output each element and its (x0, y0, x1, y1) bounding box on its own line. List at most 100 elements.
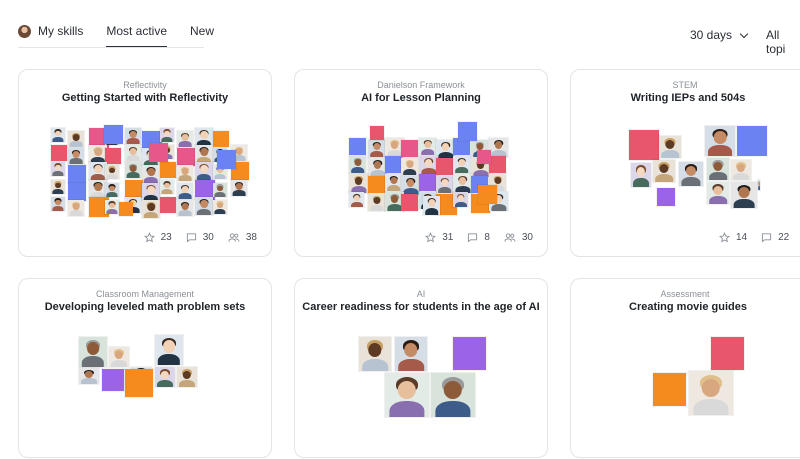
view-tabs: My skills Most active New (18, 22, 237, 48)
stars-stat: 14 (719, 232, 747, 243)
stars-count: 14 (736, 232, 748, 243)
member-photo (177, 367, 197, 387)
color-tile (160, 162, 176, 178)
member-photo (431, 373, 475, 417)
member-collage (571, 279, 800, 459)
color-tile (104, 125, 123, 144)
member-photo (453, 156, 470, 173)
color-tile (489, 156, 506, 173)
member-photo (453, 192, 468, 207)
member-photo (349, 156, 366, 173)
color-tile (653, 373, 686, 406)
member-photo (707, 158, 729, 180)
member-collage (571, 70, 800, 250)
member-photo (758, 180, 760, 190)
comments-count: 30 (202, 232, 214, 243)
member-photo (125, 162, 141, 178)
card-stats: 23 30 38 (130, 232, 257, 243)
member-photo (155, 335, 183, 365)
member-photo (160, 128, 174, 142)
member-collage (295, 279, 549, 459)
color-tile (711, 337, 744, 370)
skill-card[interactable]: Assessment Creating movie guides (570, 278, 800, 458)
topics-label: All topi (766, 28, 786, 56)
comments-stat: 22 (761, 232, 789, 243)
tab-label: My skills (38, 24, 84, 38)
member-photo (155, 367, 175, 387)
tabs-divider (18, 47, 204, 48)
member-photo (79, 368, 99, 384)
topics-dropdown[interactable]: All topi (766, 28, 800, 56)
color-tile (401, 194, 418, 211)
color-tile (119, 202, 133, 216)
member-photo (385, 373, 429, 417)
skill-card[interactable]: STEM Writing IEPs and 504s 14 22 (570, 69, 800, 257)
color-tile (149, 143, 168, 162)
member-photo (731, 182, 757, 208)
tab-most-active[interactable]: Most active (106, 22, 168, 48)
stars-stat: 31 (425, 232, 453, 243)
member-collage (295, 70, 549, 250)
color-tile (453, 337, 486, 370)
color-tile (436, 158, 453, 175)
member-photo (142, 200, 160, 218)
color-tile (368, 176, 385, 193)
member-photo (177, 131, 193, 147)
member-photo (51, 180, 65, 194)
comments-count: 8 (484, 232, 490, 243)
skill-card[interactable]: Reflectivity Getting Started with Reflec… (18, 69, 272, 257)
member-photo (125, 145, 141, 161)
member-photo (436, 176, 453, 193)
member-photo (68, 148, 84, 164)
comment-icon (468, 233, 478, 243)
color-tile (125, 180, 143, 198)
comment-icon (186, 233, 196, 243)
member-collage (19, 279, 273, 459)
color-tile (370, 126, 384, 140)
user-avatar-icon (18, 24, 31, 38)
star-icon (719, 232, 730, 243)
comment-icon (762, 233, 772, 243)
member-photo (160, 180, 174, 194)
member-photo (109, 347, 129, 367)
member-photo (51, 128, 65, 142)
color-tile (105, 148, 121, 164)
members-count: 30 (521, 232, 533, 243)
tab-new[interactable]: New (190, 22, 214, 48)
color-tile (349, 138, 366, 155)
color-tile (213, 131, 229, 147)
member-collage (19, 70, 273, 250)
skill-card[interactable]: Classroom Management Developing leveled … (18, 278, 272, 458)
tab-my-skills[interactable]: My skills (18, 22, 83, 48)
comments-stat: 8 (467, 232, 490, 243)
member-photo (177, 183, 193, 199)
skill-card[interactable]: Danielson Framework AI for Lesson Planni… (294, 69, 548, 257)
member-photo (177, 165, 193, 181)
color-tile (401, 140, 418, 157)
member-photo (679, 162, 703, 186)
color-tile (385, 156, 402, 173)
member-photo (105, 183, 119, 197)
member-photo (368, 140, 385, 157)
member-photo (349, 174, 368, 193)
color-tile (217, 150, 236, 169)
color-tile (125, 369, 153, 397)
members-count: 38 (245, 232, 257, 243)
color-tile (68, 165, 86, 183)
member-photo (453, 174, 472, 193)
skill-card[interactable]: AI Career readiness for students in the … (294, 278, 548, 458)
color-tile (68, 183, 86, 201)
tab-label: Most active (106, 24, 168, 38)
comments-stat: 30 (186, 232, 214, 243)
period-dropdown[interactable]: 30 days (690, 28, 749, 42)
member-photo (423, 196, 440, 215)
period-label: 30 days (690, 28, 733, 42)
members-stat: 30 (504, 232, 533, 243)
member-photo (705, 126, 735, 156)
member-photo (125, 128, 141, 144)
member-photo (195, 128, 213, 146)
member-photo (359, 337, 391, 371)
member-photo (142, 183, 160, 201)
people-icon (228, 233, 240, 242)
member-photo (105, 165, 119, 179)
